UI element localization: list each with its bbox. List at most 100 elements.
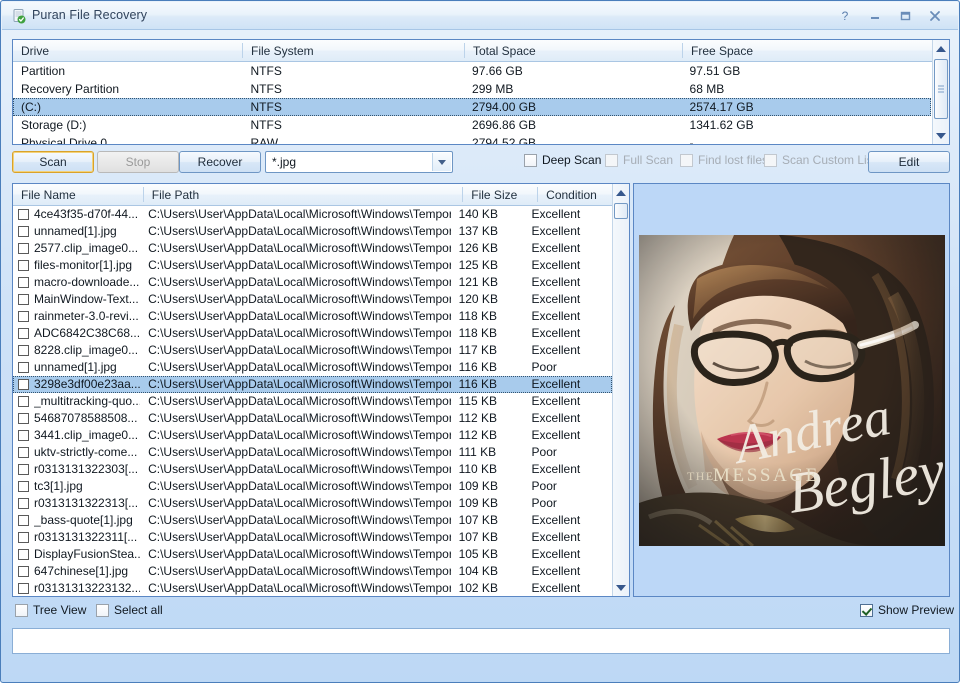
file-select-checkbox[interactable] (18, 481, 29, 492)
drive-column-filesystem[interactable]: File System (243, 40, 465, 61)
drive-row[interactable]: PartitionNTFS97.66 GB97.51 GB (13, 62, 931, 80)
status-input[interactable] (12, 628, 950, 654)
file-row[interactable]: 8228.clip_image0...C:\Users\User\AppData… (13, 342, 612, 359)
drive-row[interactable]: (C:)NTFS2794.00 GB2574.17 GB (13, 98, 931, 116)
file-select-checkbox[interactable] (18, 311, 29, 322)
scrollbar-thumb[interactable] (614, 203, 628, 219)
drive-row[interactable]: Physical Drive 0RAW2794.52 GB- (13, 134, 931, 144)
file-select-checkbox[interactable] (18, 583, 29, 594)
file-condition: Excellent (524, 325, 612, 342)
file-select-checkbox[interactable] (18, 532, 29, 543)
select-all-checkbox[interactable]: Select all (96, 603, 163, 617)
scrollbar-thumb[interactable] (934, 59, 948, 119)
file-row[interactable]: r0313131322311[...C:\Users\User\AppData\… (13, 529, 612, 546)
file-select-checkbox[interactable] (18, 226, 29, 237)
file-column-path[interactable]: File Path (144, 184, 463, 205)
chevron-down-icon[interactable] (432, 153, 451, 171)
file-path: C:\Users\User\AppData\Local\Microsoft\Wi… (140, 206, 451, 223)
file-list-scrollbar[interactable] (612, 184, 629, 596)
file-row[interactable]: rainmeter-3.0-revi...C:\Users\User\AppDa… (13, 308, 612, 325)
file-select-checkbox[interactable] (18, 294, 29, 305)
file-size: 140 KB (451, 206, 524, 223)
file-name-cell: DisplayFusionStea... (13, 546, 140, 563)
scan-button[interactable]: Scan (12, 151, 94, 173)
file-select-checkbox[interactable] (18, 328, 29, 339)
file-size: 120 KB (451, 291, 524, 308)
file-name-cell: r0313131322311[... (13, 529, 140, 546)
file-select-checkbox[interactable] (18, 379, 29, 390)
recover-button[interactable]: Recover (179, 151, 261, 173)
file-filter-combobox[interactable]: *.jpg (265, 151, 453, 173)
file-row[interactable]: 4ce43f35-d70f-44...C:\Users\User\AppData… (13, 206, 612, 223)
drive-column-free-space[interactable]: Free Space (683, 40, 933, 61)
file-row[interactable]: _bass-quote[1].jpgC:\Users\User\AppData\… (13, 512, 612, 529)
scroll-down-icon[interactable] (933, 127, 949, 144)
close-button[interactable] (920, 6, 950, 26)
file-row[interactable]: unnamed[1].jpgC:\Users\User\AppData\Loca… (13, 223, 612, 240)
file-row[interactable]: unnamed[1].jpgC:\Users\User\AppData\Loca… (13, 359, 612, 376)
file-name-cell: unnamed[1].jpg (13, 359, 140, 376)
file-select-checkbox[interactable] (18, 413, 29, 424)
tree-view-checkbox[interactable]: Tree View (15, 603, 86, 617)
stop-button: Stop (97, 151, 179, 173)
file-row[interactable]: macro-downloade...C:\Users\User\AppData\… (13, 274, 612, 291)
scroll-up-icon[interactable] (613, 184, 629, 201)
file-select-checkbox[interactable] (18, 396, 29, 407)
file-row[interactable]: r0313131322313[...C:\Users\User\AppData\… (13, 495, 612, 512)
drive-filesystem: NTFS (243, 62, 465, 80)
drive-column-total-space[interactable]: Total Space (465, 40, 683, 61)
file-row[interactable]: 647chinese[1].jpgC:\Users\User\AppData\L… (13, 563, 612, 580)
file-condition: Excellent (524, 427, 612, 444)
window-controls: ? (830, 6, 950, 26)
file-select-checkbox[interactable] (18, 498, 29, 509)
file-select-checkbox[interactable] (18, 277, 29, 288)
file-list[interactable]: File Name File Path File Size Condition … (12, 183, 630, 597)
drive-row[interactable]: Storage (D:)NTFS2696.86 GB1341.62 GB (13, 116, 931, 134)
file-row[interactable]: 2577.clip_image0...C:\Users\User\AppData… (13, 240, 612, 257)
full-scan-label: Full Scan (623, 153, 673, 167)
deep-scan-checkbox[interactable]: Deep Scan (524, 153, 601, 167)
drive-name: Physical Drive 0 (13, 134, 243, 144)
file-select-checkbox[interactable] (18, 447, 29, 458)
file-select-checkbox[interactable] (18, 345, 29, 356)
drive-row[interactable]: Recovery PartitionNTFS299 MB68 MB (13, 80, 931, 98)
file-size: 115 KB (451, 393, 524, 410)
file-row[interactable]: tc3[1].jpgC:\Users\User\AppData\Local\Mi… (13, 478, 612, 495)
help-button[interactable]: ? (830, 6, 860, 26)
scroll-up-icon[interactable] (933, 40, 949, 57)
file-column-size[interactable]: File Size (463, 184, 538, 205)
file-row[interactable]: DisplayFusionStea...C:\Users\User\AppDat… (13, 546, 612, 563)
file-row[interactable]: files-monitor[1].jpgC:\Users\User\AppDat… (13, 257, 612, 274)
file-path: C:\Users\User\AppData\Local\Microsoft\Wi… (140, 580, 451, 596)
file-row[interactable]: MainWindow-Text...C:\Users\User\AppData\… (13, 291, 612, 308)
file-row[interactable]: _multitracking-quo...C:\Users\User\AppDa… (13, 393, 612, 410)
file-name-cell: tc3[1].jpg (13, 478, 140, 495)
file-select-checkbox[interactable] (18, 549, 29, 560)
file-row[interactable]: uktv-strictly-come...C:\Users\User\AppDa… (13, 444, 612, 461)
drive-list-scrollbar[interactable] (932, 40, 949, 144)
edit-button[interactable]: Edit (868, 151, 950, 173)
file-select-checkbox[interactable] (18, 362, 29, 373)
file-column-name[interactable]: File Name (13, 184, 144, 205)
file-row[interactable]: ADC6842C38C68...C:\Users\User\AppData\Lo… (13, 325, 612, 342)
file-select-checkbox[interactable] (18, 515, 29, 526)
scroll-down-icon[interactable] (613, 579, 629, 596)
maximize-button[interactable] (890, 6, 920, 26)
file-select-checkbox[interactable] (18, 464, 29, 475)
file-select-checkbox[interactable] (18, 566, 29, 577)
drive-column-drive[interactable]: Drive (13, 40, 243, 61)
file-condition: Excellent (524, 580, 612, 596)
file-size: 102 KB (451, 580, 524, 596)
file-select-checkbox[interactable] (18, 260, 29, 271)
file-select-checkbox[interactable] (18, 430, 29, 441)
minimize-button[interactable] (860, 6, 890, 26)
file-row[interactable]: r0313131322303[...C:\Users\User\AppData\… (13, 461, 612, 478)
file-row[interactable]: 3298e3df00e23aa...C:\Users\User\AppData\… (13, 376, 612, 393)
show-preview-checkbox[interactable]: Show Preview (860, 603, 954, 617)
file-select-checkbox[interactable] (18, 243, 29, 254)
file-row[interactable]: 54687078588508...C:\Users\User\AppData\L… (13, 410, 612, 427)
file-row[interactable]: 3441.clip_image0...C:\Users\User\AppData… (13, 427, 612, 444)
file-select-checkbox[interactable] (18, 209, 29, 220)
drive-list[interactable]: Drive File System Total Space Free Space… (12, 39, 950, 145)
file-row[interactable]: r03131313223132...C:\Users\User\AppData\… (13, 580, 612, 596)
